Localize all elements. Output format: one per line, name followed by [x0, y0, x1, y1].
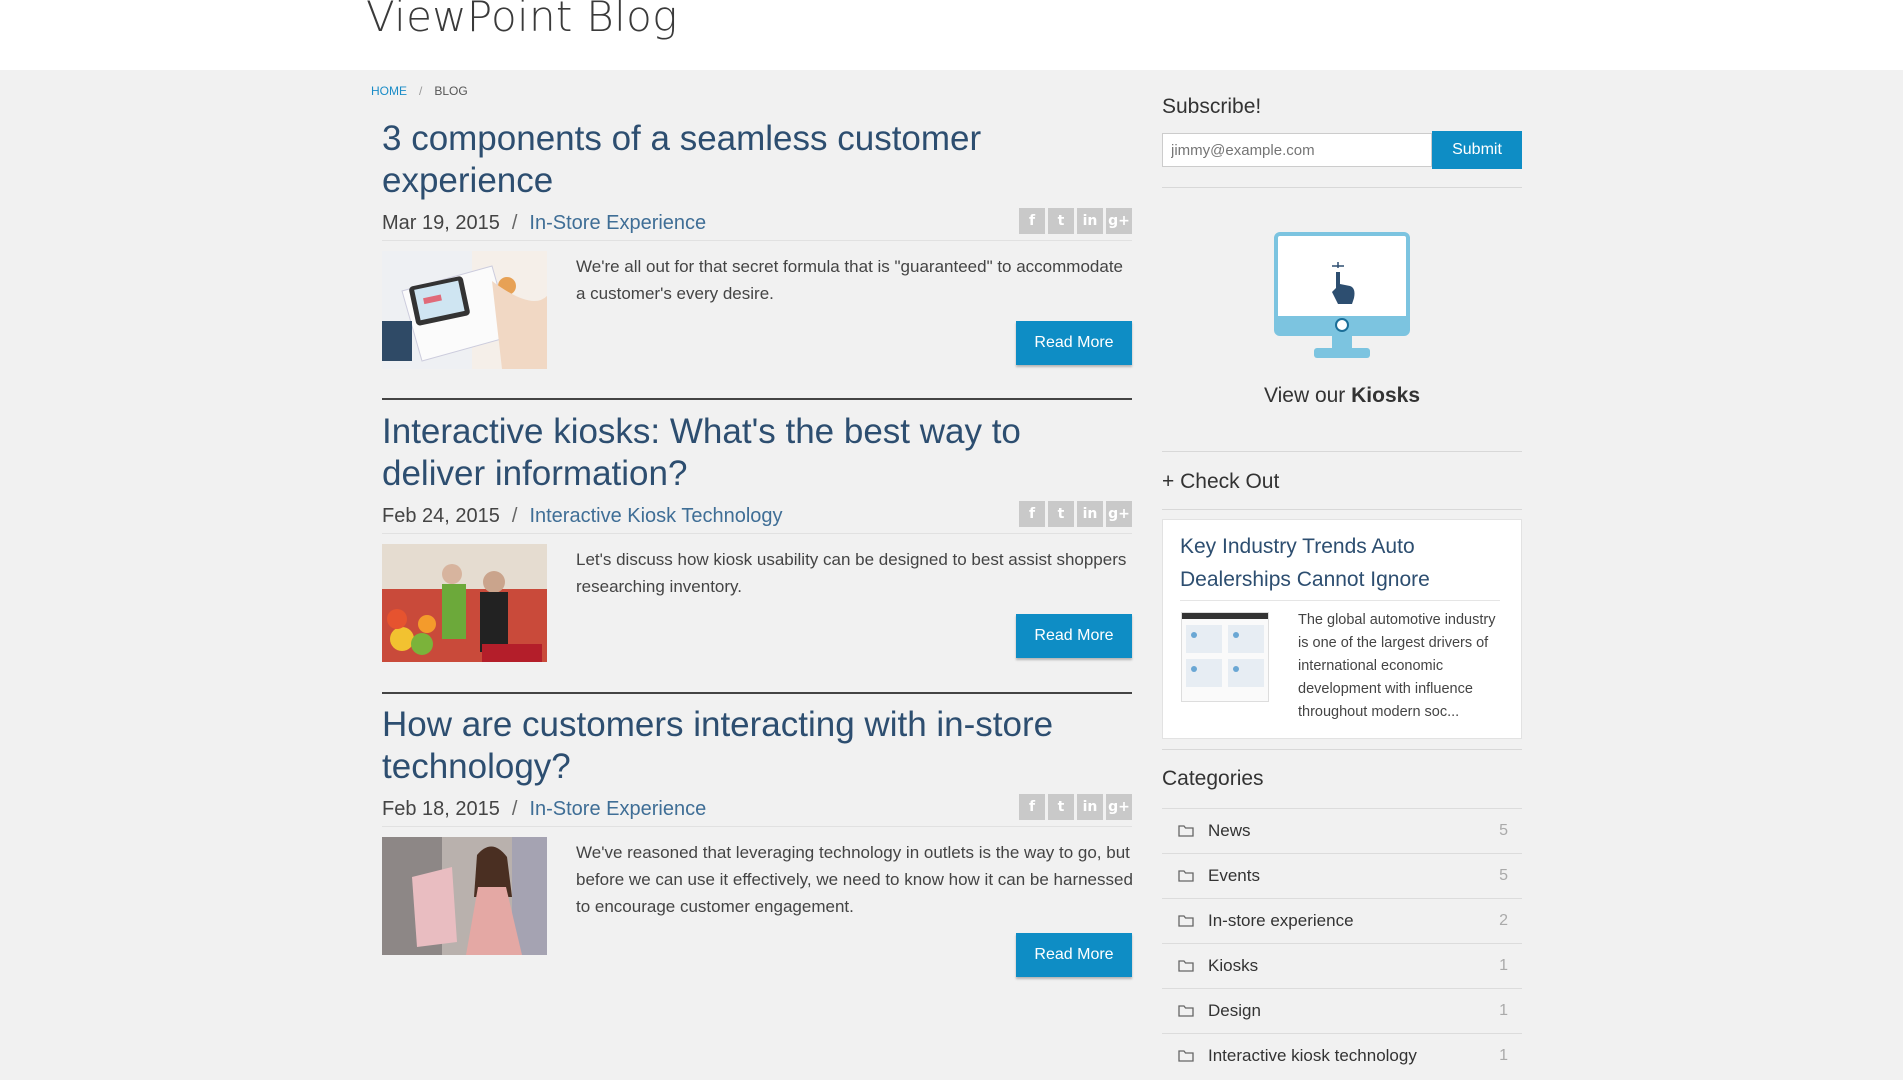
post-body: Let's discuss how kiosk usability can be…: [382, 544, 1132, 694]
submit-button[interactable]: Submit: [1432, 131, 1522, 169]
divider: [1162, 451, 1522, 452]
category-name: In-store experience: [1208, 911, 1354, 930]
post-date: Mar 19, 2015: [382, 211, 500, 234]
site-title[interactable]: ViewPoint Blog: [366, 0, 678, 41]
category-count: 1: [1499, 1047, 1508, 1064]
meta-separator: /: [511, 797, 518, 820]
post-category-link[interactable]: In-Store Experience: [529, 212, 706, 235]
post-excerpt: Let's discuss how kiosk usability can be…: [576, 550, 1127, 596]
subscribe-form: Submit: [1162, 131, 1522, 169]
post-divider: [382, 398, 1132, 400]
kiosk-label-bold: Kiosks: [1351, 384, 1421, 407]
post-category-link[interactable]: Interactive Kiosk Technology: [529, 505, 782, 528]
kiosk-monitor-icon[interactable]: [1274, 232, 1410, 367]
email-field[interactable]: [1162, 133, 1432, 167]
post-meta: Mar 19, 2015 / In-Store Experience f t i…: [382, 206, 1132, 241]
breadcrumb-current: BLOG: [434, 84, 468, 98]
kiosk-label-prefix: View our: [1263, 384, 1352, 407]
check-out-toggle[interactable]: + Check Out: [1162, 470, 1279, 494]
post-thumbnail[interactable]: [382, 251, 547, 369]
featured-article-card: Key Industry Trends Auto Dealerships Can…: [1162, 519, 1522, 739]
post-title[interactable]: Interactive kiosks: What's the best way …: [382, 411, 1132, 495]
category-count: 5: [1499, 867, 1508, 884]
category-item-events[interactable]: Events 5: [1162, 853, 1522, 898]
google-plus-icon[interactable]: g+: [1106, 501, 1132, 527]
category-count: 2: [1499, 912, 1508, 929]
post-body: We've reasoned that leveraging technolog…: [382, 837, 1133, 987]
read-more-button[interactable]: Read More: [1016, 321, 1132, 365]
category-item-interactive-kiosk-technology[interactable]: Interactive kiosk technology 1: [1162, 1033, 1522, 1078]
post-date: Feb 24, 2015: [382, 504, 500, 527]
folder-icon: [1178, 915, 1194, 927]
category-item-kiosks[interactable]: Kiosks 1: [1162, 943, 1522, 988]
post-body: We're all out for that secret formula th…: [382, 251, 1132, 401]
meta-separator: /: [511, 504, 518, 527]
folder-icon: [1178, 1050, 1194, 1062]
blog-post: 3 components of a seamless customer expe…: [382, 118, 1132, 401]
breadcrumb: HOME / BLOG: [371, 84, 468, 98]
post-title[interactable]: How are customers interacting with in-st…: [382, 704, 1132, 788]
read-more-button[interactable]: Read More: [1016, 933, 1132, 977]
divider: [1162, 749, 1522, 750]
post-thumbnail[interactable]: [382, 544, 547, 662]
breadcrumb-home-link[interactable]: HOME: [371, 84, 407, 98]
linkedin-icon[interactable]: in: [1077, 794, 1103, 820]
category-count: 1: [1499, 957, 1508, 974]
subscribe-title: Subscribe!: [1162, 95, 1262, 118]
post-excerpt: We're all out for that secret formula th…: [576, 257, 1123, 303]
folder-icon: [1178, 870, 1194, 882]
post-date: Feb 18, 2015: [382, 797, 500, 820]
category-count: 1: [1499, 1002, 1508, 1019]
blog-post: Interactive kiosks: What's the best way …: [382, 411, 1132, 694]
categories-title: Categories: [1162, 767, 1264, 790]
post-meta: Feb 18, 2015 / In-Store Experience f t i…: [382, 792, 1132, 827]
linkedin-icon[interactable]: in: [1077, 501, 1103, 527]
category-count: 5: [1499, 822, 1508, 839]
twitter-icon[interactable]: t: [1048, 208, 1074, 234]
folder-icon: [1178, 825, 1194, 837]
post-meta: Feb 24, 2015 / Interactive Kiosk Technol…: [382, 499, 1132, 534]
card-divider: [1180, 600, 1500, 601]
share-buttons: f t in g+: [1019, 208, 1132, 234]
google-plus-icon[interactable]: g+: [1106, 794, 1132, 820]
divider: [1162, 509, 1522, 510]
category-item-in-store-experience[interactable]: In-store experience 2: [1162, 898, 1522, 943]
read-more-button[interactable]: Read More: [1016, 614, 1132, 658]
share-buttons: f t in g+: [1019, 794, 1132, 820]
post-title[interactable]: 3 components of a seamless customer expe…: [382, 118, 1132, 202]
breadcrumb-separator: /: [419, 84, 423, 98]
category-name: Kiosks: [1208, 956, 1259, 975]
facebook-icon[interactable]: f: [1019, 794, 1045, 820]
linkedin-icon[interactable]: in: [1077, 208, 1103, 234]
google-plus-icon[interactable]: g+: [1106, 208, 1132, 234]
categories-list: News 5 Events 5 In-store experience 2 Ki…: [1162, 808, 1522, 1078]
divider: [1162, 187, 1522, 188]
category-name: News: [1208, 821, 1251, 840]
featured-article-excerpt: The global automotive industry is one of…: [1298, 612, 1496, 720]
post-excerpt: We've reasoned that leveraging technolog…: [576, 843, 1133, 916]
category-name: Design: [1208, 1001, 1261, 1020]
share-buttons: f t in g+: [1019, 501, 1132, 527]
category-name: Interactive kiosk technology: [1208, 1046, 1417, 1065]
blog-post: How are customers interacting with in-st…: [382, 704, 1133, 987]
category-item-design[interactable]: Design 1: [1162, 988, 1522, 1033]
category-item-news[interactable]: News 5: [1162, 808, 1522, 853]
post-category-link[interactable]: In-Store Experience: [529, 798, 706, 821]
twitter-icon[interactable]: t: [1048, 501, 1074, 527]
facebook-icon[interactable]: f: [1019, 501, 1045, 527]
folder-icon: [1178, 960, 1194, 972]
folder-icon: [1178, 1005, 1194, 1017]
post-divider: [382, 692, 1132, 694]
view-kiosks-link[interactable]: View our Kiosks: [1162, 384, 1522, 408]
category-name: Events: [1208, 866, 1260, 885]
twitter-icon[interactable]: t: [1048, 794, 1074, 820]
meta-separator: /: [511, 211, 518, 234]
site-header: ViewPoint Blog: [0, 0, 1903, 70]
facebook-icon[interactable]: f: [1019, 208, 1045, 234]
post-thumbnail[interactable]: [382, 837, 547, 955]
featured-article-thumbnail[interactable]: [1181, 612, 1269, 702]
featured-article-title[interactable]: Key Industry Trends Auto Dealerships Can…: [1180, 530, 1500, 596]
